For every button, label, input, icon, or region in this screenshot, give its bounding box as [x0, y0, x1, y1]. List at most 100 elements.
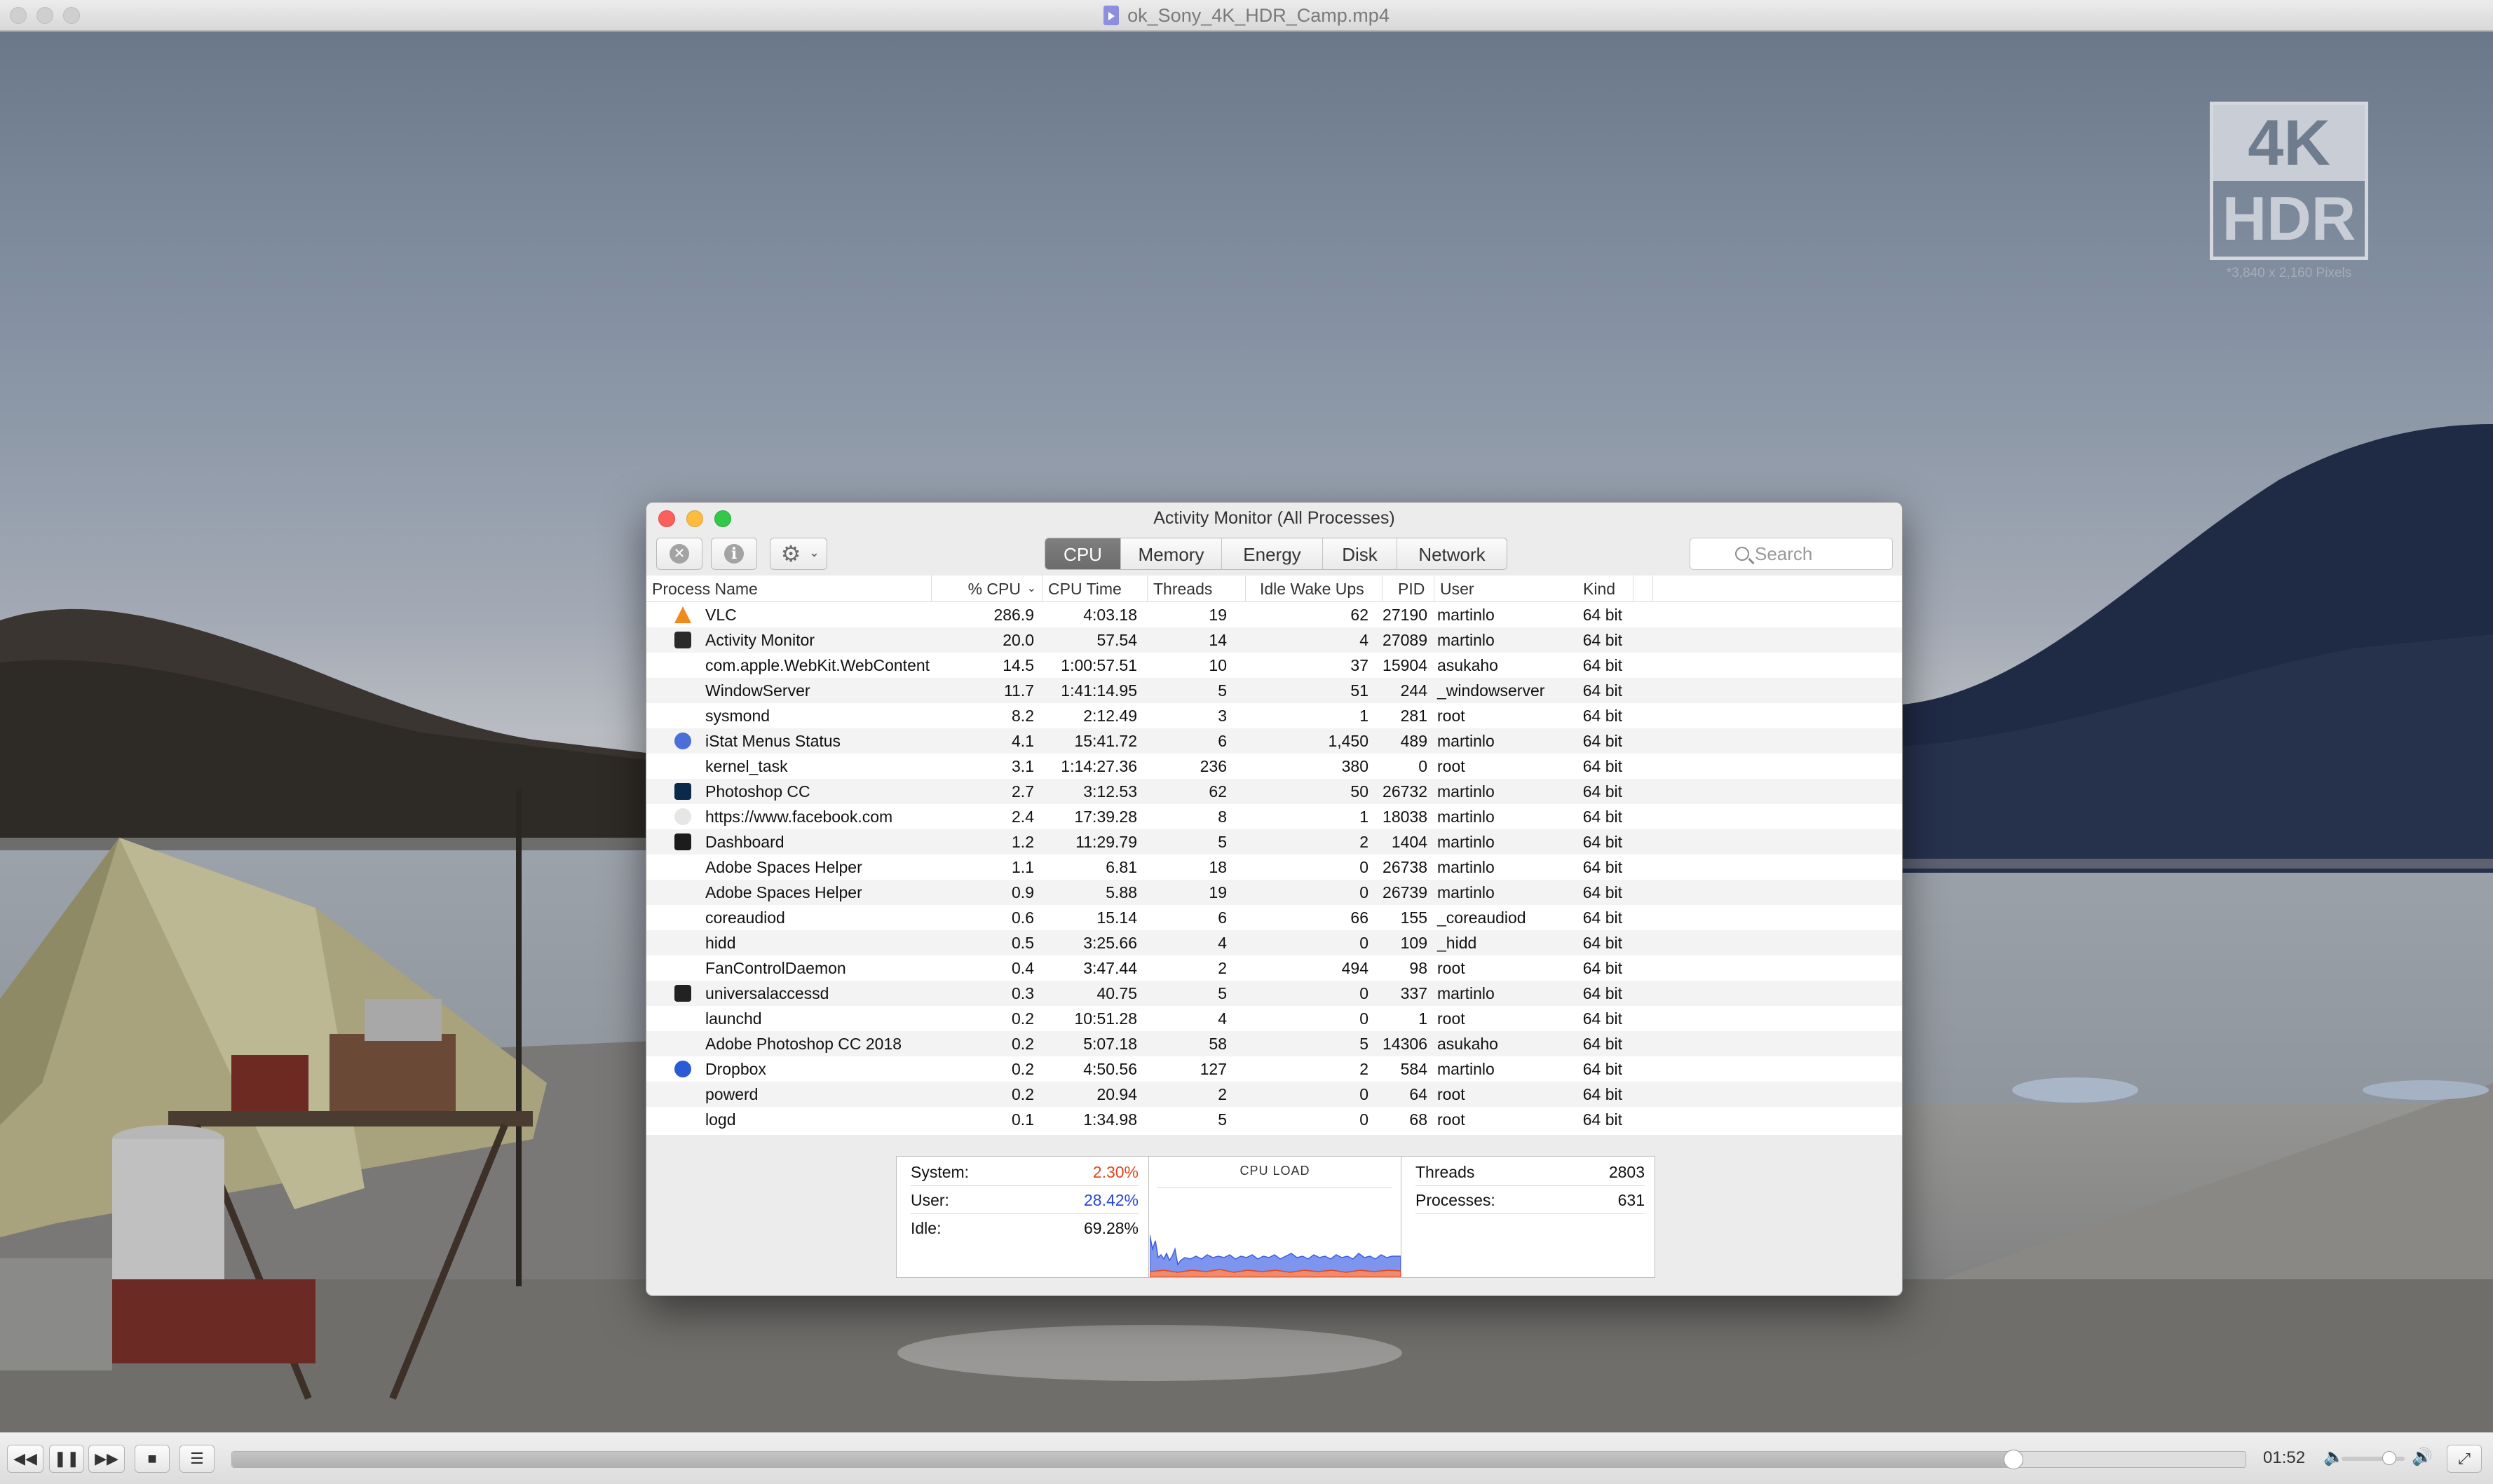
kind-value: 64 bit — [1582, 833, 1622, 851]
quit-process-button[interactable]: ✕ — [656, 538, 702, 570]
sort-descending-icon: ⌄ — [1026, 583, 1036, 594]
info-icon: i — [724, 544, 744, 564]
cpu-usage-breakdown: System: 2.30% User: 28.42% Idle: 69.28% — [897, 1157, 1149, 1277]
tab-disk[interactable]: Disk — [1323, 538, 1397, 569]
player-title-bar: ok_Sony_4K_HDR_Camp.mp4 — [0, 0, 2493, 32]
kind-value: 64 bit — [1582, 808, 1622, 826]
fullscreen-button[interactable]: ⤢ — [2447, 1445, 2482, 1473]
table-row[interactable]: Photoshop CC 2.7 3:12.53 62 50 26732 martinlo 6… — [646, 779, 1902, 804]
kind-value: 64 bit — [1582, 858, 1622, 876]
action-menu-button[interactable]: ⚙ ⌄ — [770, 538, 827, 570]
player-controls-bar: ◀◀ ❚❚ ▶▶ ■ ☰ 01:52 🔈 🔊 ⤢ — [0, 1432, 2493, 1484]
column-header-threads[interactable]: Threads — [1148, 576, 1246, 602]
window-title-text: ok_Sony_4K_HDR_Camp.mp4 — [1127, 5, 1390, 26]
table-row[interactable]: universalaccessd 0.3 40.75 5 0 337 martinlo 64 … — [646, 981, 1902, 1006]
process-table[interactable]: Process Name % CPU ⌄ CPU Time Threads Idl… — [646, 576, 1902, 1135]
user-value: 28.42% — [1083, 1191, 1139, 1209]
search-placeholder: Search — [1755, 543, 1813, 564]
table-row[interactable]: WindowServer 11.7 1:41:14.95 5 51 244 _windows… — [646, 678, 1902, 703]
fullscreen-icon: ⤢ — [2458, 1450, 2471, 1467]
tab-energy[interactable]: Energy — [1222, 538, 1323, 569]
playback-position-handle[interactable] — [2003, 1450, 2023, 1469]
stop-button[interactable]: ■ — [135, 1445, 170, 1473]
idle-label: Idle: — [911, 1219, 942, 1237]
table-row[interactable]: Adobe Photoshop CC 2018 0.2 5:07.18 58 5 1430… — [646, 1031, 1902, 1056]
table-row[interactable]: Dropbox 0.2 4:50.56 127 2 584 martinlo 64 bit — [646, 1056, 1902, 1082]
table-row[interactable]: Dashboard 1.2 11:29.79 5 2 1404 martinlo 64 bit — [646, 829, 1902, 855]
search-field[interactable]: Search — [1690, 538, 1893, 570]
column-header-process-name[interactable]: Process Name — [646, 576, 932, 602]
column-header-cpu-time[interactable]: CPU Time — [1042, 576, 1148, 602]
cpu-summary-panel: System: 2.30% User: 28.42% Idle: 69.28% CPU… — [896, 1156, 1655, 1278]
am-window-title: Activity Monitor (All Processes) — [1153, 508, 1395, 528]
column-header-cpu-label: % CPU — [967, 580, 1021, 598]
playback-time: 01:52 — [2263, 1448, 2306, 1467]
kind-value: 64 bit — [1582, 908, 1622, 927]
window-title: ok_Sony_4K_HDR_Camp.mp4 — [0, 5, 2493, 27]
activity-monitor-window[interactable]: Activity Monitor (All Processes) ✕ i ⚙ ⌄ … — [646, 502, 1903, 1296]
column-header-cpu[interactable]: % CPU ⌄ — [932, 576, 1042, 602]
kind-value: 64 bit — [1582, 606, 1622, 624]
inspect-process-button[interactable]: i — [711, 538, 757, 570]
column-header-pid[interactable]: PID — [1383, 576, 1434, 602]
table-row[interactable]: kernel_task 3.1 1:14:27.36 236 380 0 root 64 bi… — [646, 754, 1902, 779]
kind-value: 64 bit — [1582, 959, 1622, 977]
rewind-button[interactable]: ◀◀ — [7, 1445, 43, 1473]
volume-slider[interactable] — [2342, 1451, 2405, 1465]
table-row[interactable]: coreaudiod 0.6 15.14 6 66 155 _coreaudiod 64 bi… — [646, 905, 1902, 930]
table-row[interactable]: com.apple.WebKit.WebContent 14.5 1:00:57.5… — [646, 653, 1902, 678]
table-row[interactable]: FanControlDaemon 0.4 3:47.44 2 494 98 root 64 b… — [646, 955, 1902, 981]
thread-process-counts: Threads 2803 Processes: 631 — [1401, 1157, 1655, 1277]
volume-high-icon[interactable]: 🔊 — [2412, 1447, 2433, 1467]
threads-label: Threads — [1415, 1163, 1475, 1181]
tab-memory[interactable]: Memory — [1121, 538, 1222, 569]
kind-value: 64 bit — [1582, 732, 1622, 750]
table-row[interactable]: https://www.facebook.com 2.4 17:39.28 8 1 180… — [646, 804, 1902, 829]
table-row[interactable]: powerd 0.2 20.94 2 0 64 root 64 bit — [646, 1082, 1902, 1107]
table-row[interactable]: sysmond 8.2 2:12.49 3 1 281 root 64 bit — [646, 703, 1902, 728]
system-label: System: — [911, 1163, 970, 1181]
idle-value: 69.28% — [1083, 1219, 1139, 1237]
rewind-icon: ◀◀ — [13, 1450, 37, 1467]
stop-x-icon: ✕ — [670, 544, 689, 564]
fast-forward-button[interactable]: ▶▶ — [88, 1445, 125, 1473]
volume-handle[interactable] — [2382, 1451, 2396, 1465]
playlist-icon: ☰ — [190, 1450, 204, 1467]
kind-value: 64 bit — [1582, 757, 1622, 775]
table-row[interactable]: logd 0.1 1:34.98 5 0 68 root 64 bit — [646, 1107, 1902, 1132]
table-row[interactable]: iStat Menus Status 4.1 15:41.72 6 1,450 489 ma… — [646, 728, 1902, 754]
tab-cpu[interactable]: CPU — [1045, 538, 1121, 569]
table-row[interactable]: Adobe Spaces Helper 1.1 6.81 18 0 26738 martin… — [646, 855, 1902, 880]
playlist-button[interactable]: ☰ — [179, 1445, 215, 1473]
chevron-down-icon: ⌄ — [808, 545, 820, 559]
table-row[interactable]: VLC 286.9 4:03.18 19 62 27190 martinlo 64 bit — [646, 602, 1902, 627]
gear-icon: ⚙ — [780, 541, 801, 566]
search-icon — [1735, 547, 1749, 561]
kind-value: 64 bit — [1582, 782, 1622, 801]
threads-value: 2803 — [1608, 1163, 1645, 1181]
kind-value: 64 bit — [1582, 1060, 1622, 1078]
playback-progress-bar[interactable] — [231, 1450, 2246, 1469]
column-header-kind[interactable]: Kind — [1549, 576, 1653, 602]
processes-value: 631 — [1617, 1191, 1645, 1209]
kind-value: 64 bit — [1582, 984, 1622, 1002]
table-row[interactable]: Activity Monitor 20.0 57.54 14 4 27089 martinl… — [646, 627, 1902, 653]
table-row[interactable]: Adobe Spaces Helper 0.9 5.88 19 0 26739 martin… — [646, 880, 1902, 905]
kind-value: 64 bit — [1582, 1009, 1622, 1028]
table-row[interactable]: launchd 0.2 10:51.28 4 0 1 root 64 bit — [646, 1006, 1902, 1031]
playback-progress-fill — [232, 1452, 2013, 1467]
cpu-load-sparkline — [1150, 1234, 1401, 1277]
threads-row: Threads 2803 — [1415, 1158, 1645, 1186]
pause-icon: ❚❚ — [53, 1450, 80, 1467]
table-row[interactable]: hidd 0.5 3:25.66 4 0 109 _hidd 64 bit — [646, 930, 1902, 955]
column-header-idle-wake-ups[interactable]: Idle Wake Ups — [1246, 576, 1383, 602]
kind-value: 64 bit — [1582, 707, 1622, 725]
badge-hdr-label: HDR — [2222, 184, 2356, 253]
idle-usage-row: Idle: 69.28% — [911, 1214, 1139, 1242]
system-value: 2.30% — [1092, 1163, 1139, 1181]
cpu-load-graph: CPU LOAD — [1149, 1157, 1401, 1277]
badge-resolution-caption: *3,840 x 2,160 Pixels — [2226, 266, 2352, 280]
pause-button[interactable]: ❚❚ — [49, 1445, 84, 1473]
badge-4k-label: 4K — [2213, 105, 2365, 181]
tab-network[interactable]: Network — [1397, 538, 1507, 569]
